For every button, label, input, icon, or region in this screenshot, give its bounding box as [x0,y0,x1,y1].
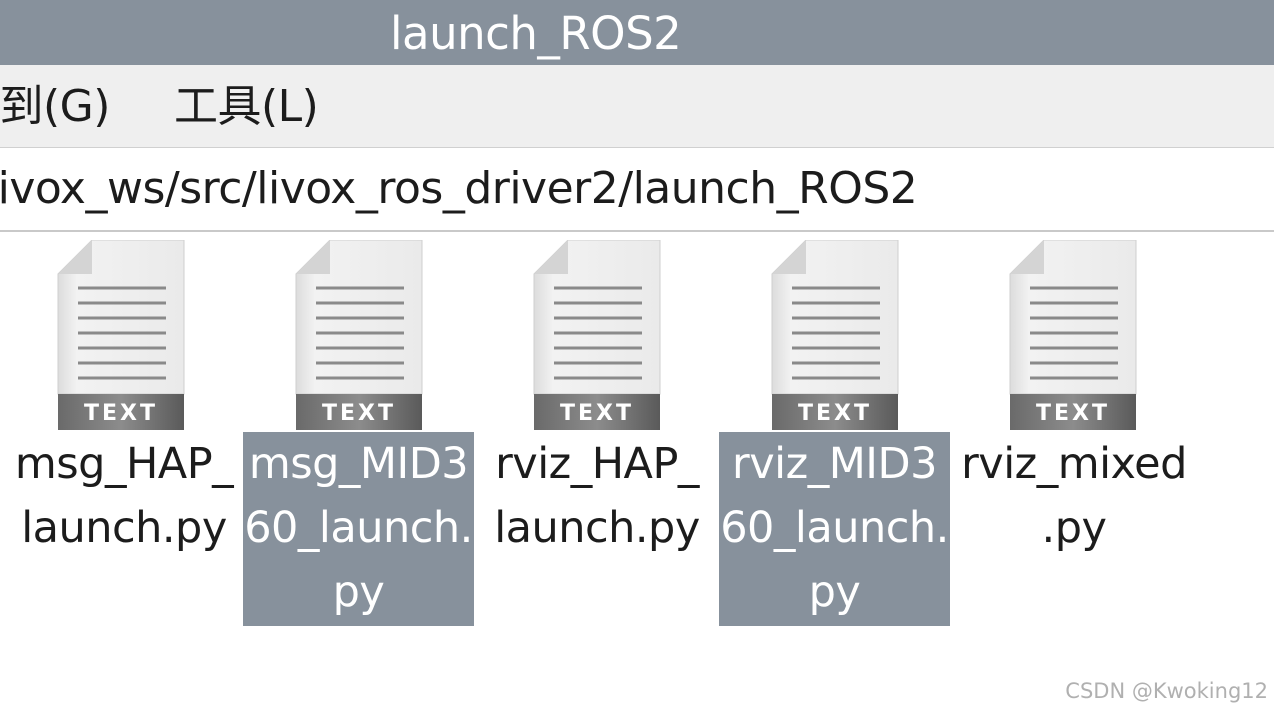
file-name: rviz_MID3 60_launch. py [719,432,950,626]
svg-text:TEXT: TEXT [84,401,158,426]
file-item-msg-mid360-launch[interactable]: TEXT msg_MID3 60_launch. py [240,232,478,632]
window-title: launch_ROS2 [390,7,682,60]
file-item-rviz-mixed[interactable]: TEXT rviz_mixed .py [954,232,1192,632]
text-file-icon: TEXT [771,240,899,430]
location-bar [0,148,1274,232]
location-input[interactable] [0,160,1043,218]
file-item-rviz-hap-launch[interactable]: TEXT rviz_HAP_ launch.py [478,232,716,632]
file-name: rviz_HAP_ launch.py [494,439,700,553]
text-file-icon: TEXT [57,240,185,430]
menu-tools[interactable]: 工具(L) [174,79,319,135]
file-item-msg-hap-launch[interactable]: TEXT msg_HAP_ launch.py [2,232,240,632]
svg-text:TEXT: TEXT [798,401,872,426]
watermark: CSDN @Kwoking12 [1065,679,1268,703]
file-view[interactable]: TEXT msg_HAP_ launch.py TEXT msg_MID3 60… [0,232,1274,711]
file-name: rviz_mixed .py [961,439,1187,553]
menubar: 转到(G) 工具(L) [0,65,1274,148]
file-name: msg_HAP_ launch.py [14,439,234,553]
svg-text:TEXT: TEXT [1036,401,1110,426]
text-file-icon: TEXT [533,240,661,430]
file-name: msg_MID3 60_launch. py [243,432,474,626]
file-item-rviz-mid360-launch[interactable]: TEXT rviz_MID3 60_launch. py [716,232,954,632]
text-file-icon: TEXT [1009,240,1137,430]
window-titlebar[interactable]: launch_ROS2 [0,0,1274,65]
svg-text:TEXT: TEXT [560,401,634,426]
text-file-icon: TEXT [295,240,423,430]
svg-text:TEXT: TEXT [322,401,396,426]
menu-go[interactable]: 转到(G) [0,79,110,135]
